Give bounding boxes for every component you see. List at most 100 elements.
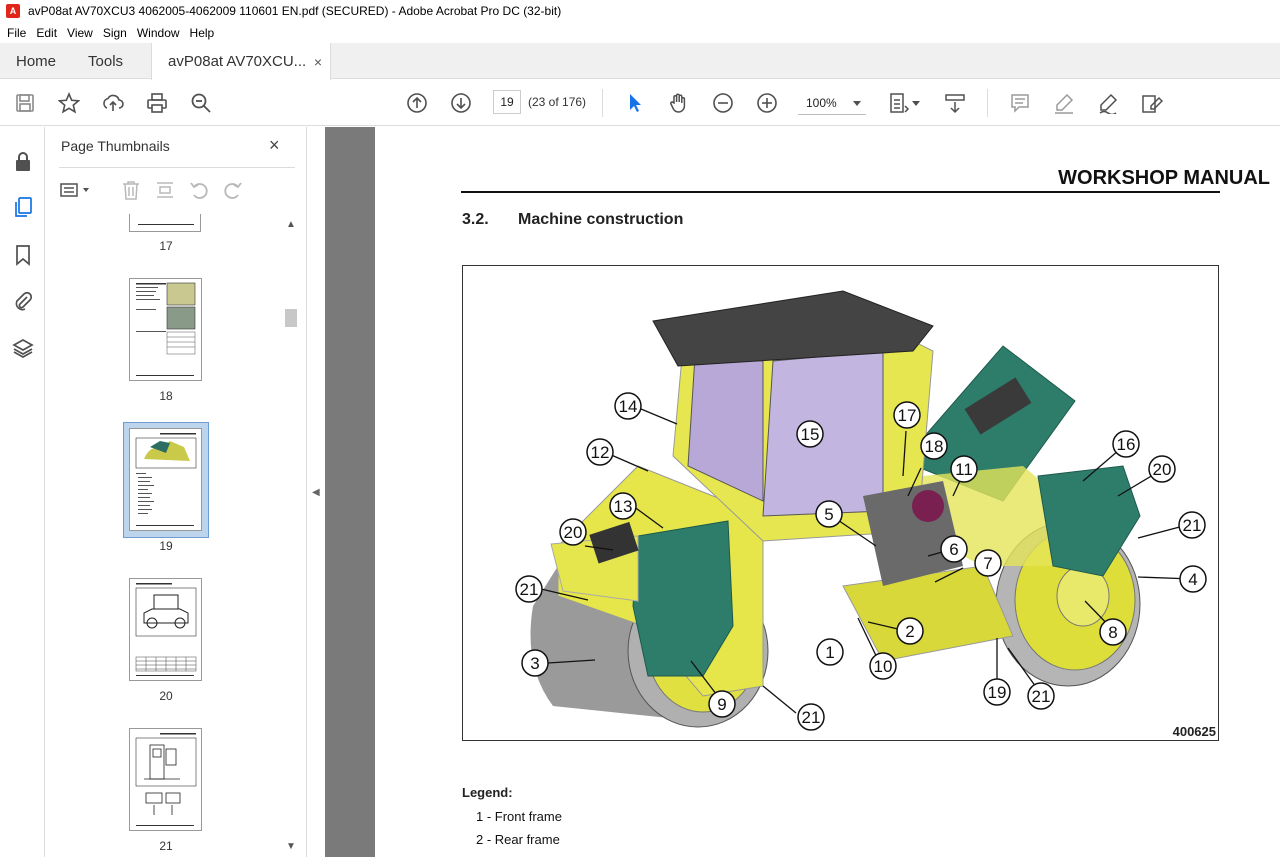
options-menu-icon[interactable] bbox=[59, 179, 95, 201]
callout-12: 12 bbox=[586, 438, 614, 466]
scroll-down-icon[interactable]: ▼ bbox=[283, 841, 299, 855]
page-number-input[interactable]: 19 bbox=[493, 90, 521, 114]
menu-window[interactable]: Window bbox=[132, 26, 185, 40]
svg-text:9: 9 bbox=[717, 695, 726, 714]
tab-tools[interactable]: Tools bbox=[72, 43, 139, 79]
thumbnail-page[interactable] bbox=[129, 728, 202, 831]
callout-3: 3 bbox=[521, 649, 549, 677]
svg-text:21: 21 bbox=[802, 708, 821, 727]
svg-text:20: 20 bbox=[1153, 460, 1172, 479]
thumbnail-page[interactable] bbox=[129, 214, 201, 232]
tab-bar: Home Tools avP08at AV70XCU... × bbox=[0, 43, 1280, 80]
document-viewport[interactable]: WORKSHOP MANUAL 3.2. Machine constructio… bbox=[325, 127, 1280, 857]
callout-11: 11 bbox=[950, 455, 978, 483]
highlight-icon[interactable] bbox=[1052, 91, 1076, 115]
collapse-arrow-icon[interactable]: ◀ bbox=[312, 487, 320, 498]
zoom-out-icon[interactable] bbox=[711, 91, 735, 115]
thumbnail-page[interactable] bbox=[129, 578, 202, 681]
menu-bar: File Edit View Sign Window Help bbox=[0, 22, 1280, 43]
fit-page-icon[interactable] bbox=[887, 91, 911, 115]
thumbnail-label: 20 bbox=[159, 689, 173, 703]
panel-collapse-handle[interactable]: ◀ bbox=[307, 127, 325, 857]
zoom-value: 100% bbox=[806, 95, 837, 110]
rotate-cw-icon[interactable] bbox=[222, 179, 244, 201]
toolbar-separator bbox=[602, 89, 603, 117]
svg-text:2: 2 bbox=[905, 622, 914, 641]
svg-text:10: 10 bbox=[874, 657, 893, 676]
callout-1: 1 bbox=[816, 638, 844, 666]
close-panel-icon[interactable]: × bbox=[269, 135, 280, 156]
svg-text:12: 12 bbox=[591, 443, 610, 462]
thumbnail-page-selected[interactable] bbox=[129, 428, 202, 531]
svg-text:17: 17 bbox=[898, 406, 917, 425]
callout-20: 20 bbox=[559, 518, 587, 546]
prev-page-icon[interactable] bbox=[405, 91, 429, 115]
next-page-icon[interactable] bbox=[449, 91, 473, 115]
select-cursor-icon[interactable] bbox=[623, 91, 647, 115]
callout-5: 5 bbox=[815, 500, 843, 528]
legend-item: 2 - Rear frame bbox=[476, 832, 560, 847]
svg-text:21: 21 bbox=[1032, 687, 1051, 706]
layers-icon[interactable] bbox=[11, 336, 35, 360]
page-thumbnails-icon[interactable] bbox=[11, 195, 35, 219]
section-title: Machine construction bbox=[518, 211, 684, 228]
sign-icon[interactable] bbox=[1096, 91, 1120, 115]
menu-view[interactable]: View bbox=[62, 26, 98, 40]
bookmarks-icon[interactable] bbox=[11, 243, 35, 267]
roller-illustration: 1234567891011121314151617181920202121212… bbox=[515, 290, 1207, 731]
main-toolbar bbox=[0, 80, 1280, 126]
attachments-icon[interactable] bbox=[11, 289, 35, 313]
delete-page-icon[interactable] bbox=[120, 179, 142, 201]
header-rule bbox=[461, 191, 1220, 193]
scroll-up-icon[interactable]: ▲ bbox=[283, 219, 299, 233]
svg-text:6: 6 bbox=[949, 540, 958, 559]
figure-id: 400625 bbox=[1172, 724, 1216, 739]
menu-sign[interactable]: Sign bbox=[98, 26, 132, 40]
lock-icon[interactable] bbox=[11, 149, 35, 173]
hand-icon[interactable] bbox=[667, 91, 691, 115]
thumbnail-panel: Page Thumbnails × 17 18 19 20 21 ▲ ▼ bbox=[45, 127, 307, 857]
callout-7: 7 bbox=[974, 549, 1002, 577]
callout-21: 21 bbox=[515, 575, 543, 603]
scroll-mode-icon[interactable] bbox=[943, 91, 967, 115]
tab-home[interactable]: Home bbox=[0, 43, 72, 79]
svg-text:5: 5 bbox=[824, 505, 833, 524]
svg-text:16: 16 bbox=[1117, 435, 1136, 454]
panel-title: Page Thumbnails bbox=[61, 138, 170, 154]
star-icon[interactable] bbox=[57, 91, 81, 115]
svg-text:21: 21 bbox=[1183, 516, 1202, 535]
svg-text:18: 18 bbox=[925, 437, 944, 456]
fit-page-dropdown-icon[interactable] bbox=[910, 91, 922, 115]
save-icon[interactable] bbox=[13, 91, 37, 115]
thumbnail-scrollbar[interactable]: ▲ ▼ bbox=[283, 217, 299, 857]
zoom-select[interactable]: 100% bbox=[798, 91, 866, 115]
panel-divider bbox=[59, 167, 295, 168]
thumbnail-list[interactable]: 17 18 19 20 21 bbox=[45, 214, 307, 857]
callout-8: 8 bbox=[1099, 618, 1127, 646]
callout-15: 15 bbox=[796, 420, 824, 448]
menu-help[interactable]: Help bbox=[185, 26, 220, 40]
menu-edit[interactable]: Edit bbox=[31, 26, 62, 40]
upload-icon[interactable] bbox=[101, 91, 125, 115]
thumbnail-page[interactable] bbox=[129, 278, 202, 381]
zoom-in-icon[interactable] bbox=[755, 91, 779, 115]
find-icon[interactable] bbox=[189, 91, 213, 115]
extract-page-icon[interactable] bbox=[154, 179, 176, 201]
tab-document[interactable]: avP08at AV70XCU... × bbox=[151, 43, 332, 80]
section-number: 3.2. bbox=[462, 211, 489, 228]
comment-icon[interactable] bbox=[1008, 91, 1032, 115]
thumbnail-label: 19 bbox=[159, 539, 173, 553]
print-icon[interactable] bbox=[145, 91, 169, 115]
callout-21: 21 bbox=[1178, 511, 1206, 539]
callout-9: 9 bbox=[708, 690, 736, 718]
fill-sign-icon[interactable] bbox=[1140, 91, 1164, 115]
page-count: (23 of 176) bbox=[528, 95, 587, 109]
svg-text:20: 20 bbox=[564, 523, 583, 542]
rotate-ccw-icon[interactable] bbox=[188, 179, 210, 201]
menu-file[interactable]: File bbox=[2, 26, 31, 40]
tab-close-icon[interactable]: × bbox=[314, 54, 322, 70]
scrollbar-thumb[interactable] bbox=[285, 309, 297, 327]
legend-item: 1 - Front frame bbox=[476, 809, 562, 824]
callout-13: 13 bbox=[609, 492, 637, 520]
svg-text:3: 3 bbox=[530, 654, 539, 673]
